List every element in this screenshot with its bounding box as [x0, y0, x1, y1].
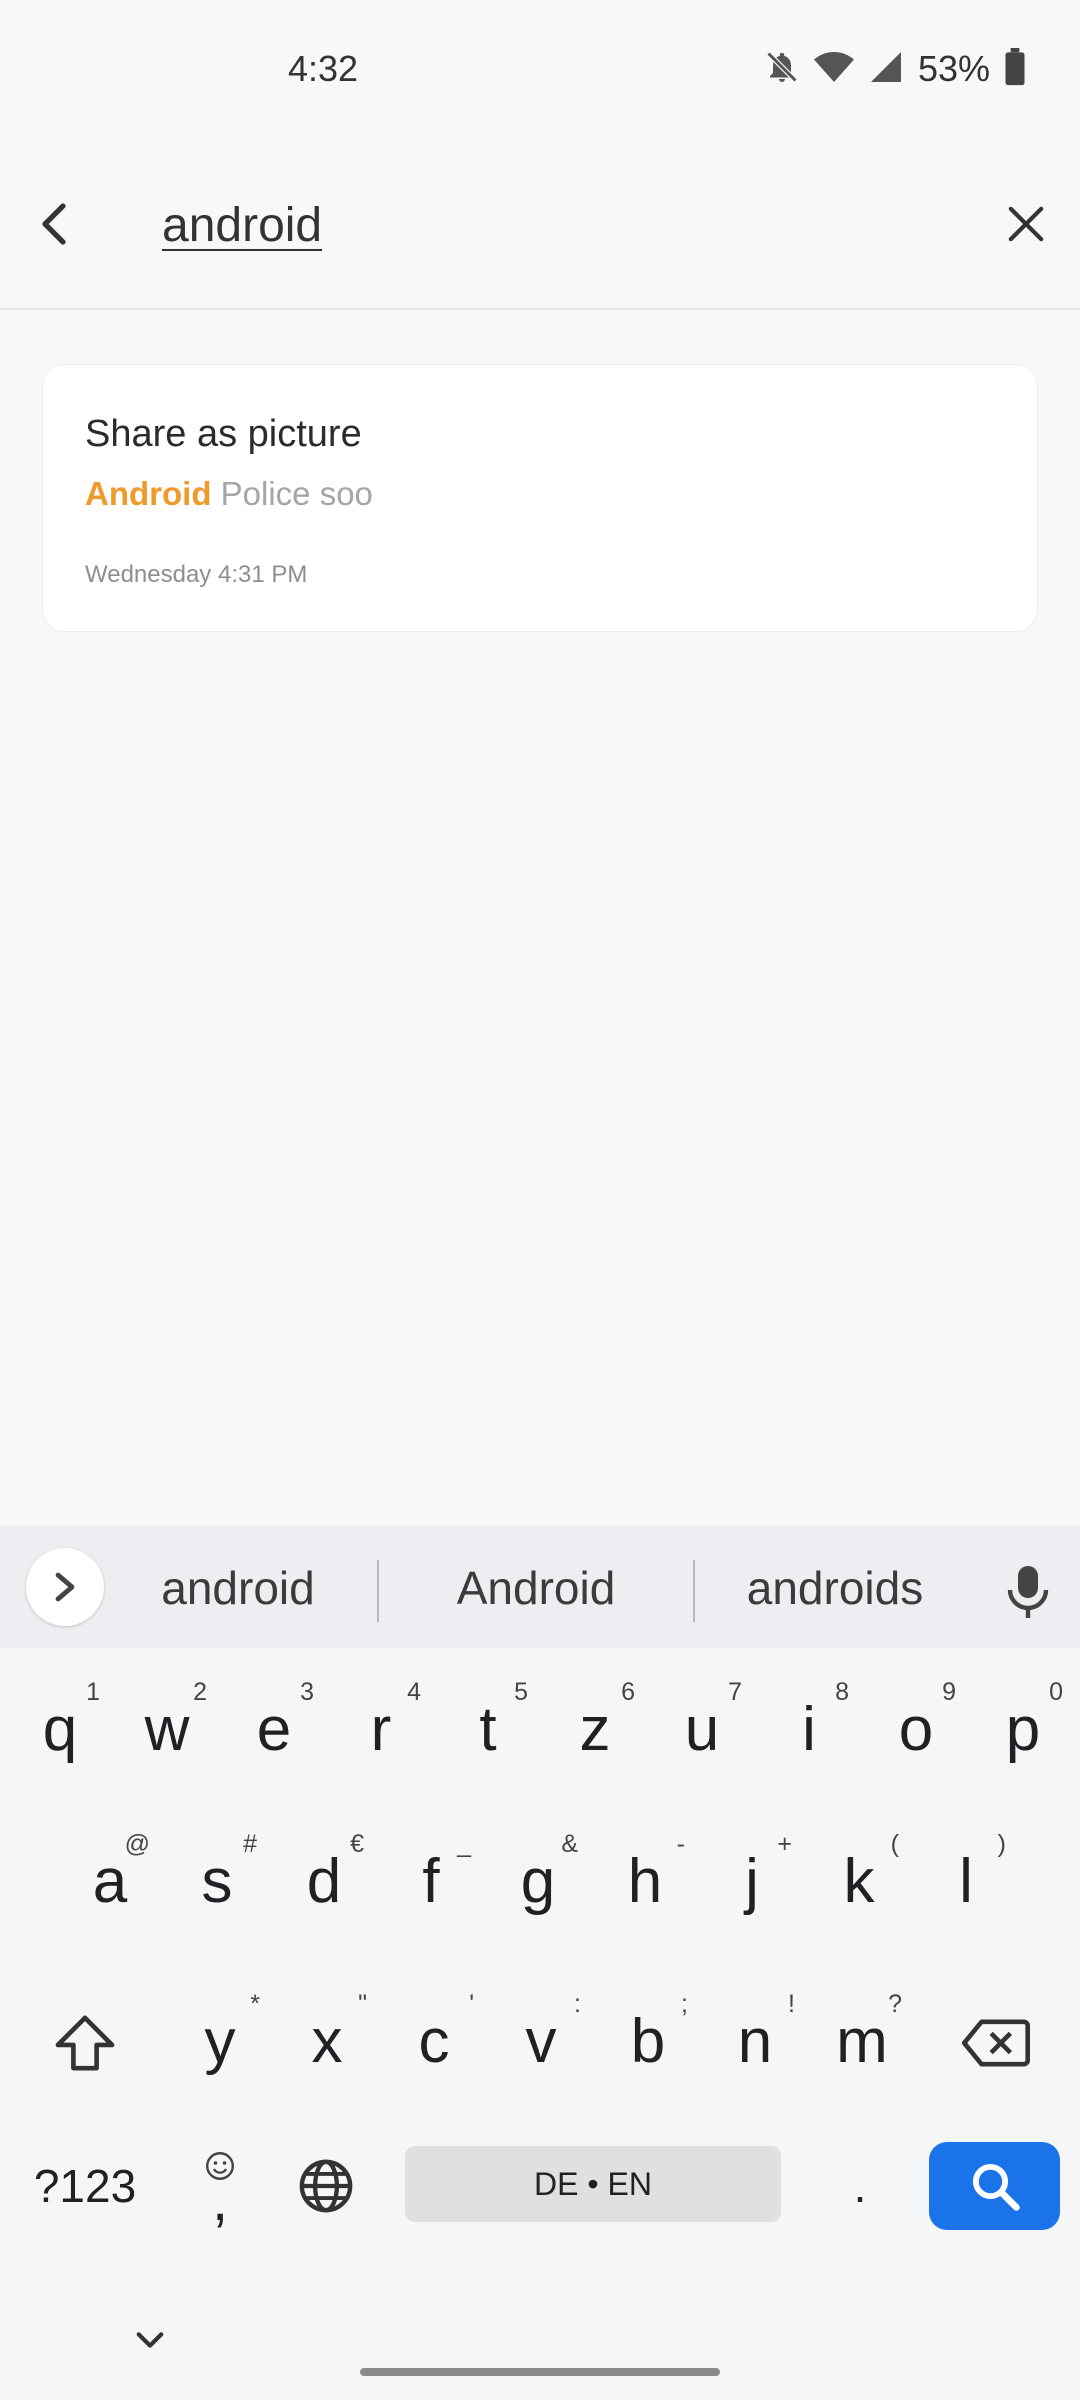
key-h[interactable]: -h — [593, 1818, 697, 1948]
shift-icon — [55, 2015, 115, 2071]
key-v[interactable]: :v — [489, 1978, 593, 2108]
key-label: c — [418, 2007, 450, 2076]
key-label: w — [144, 1695, 190, 1764]
key-label: i — [802, 1695, 816, 1764]
key-e[interactable]: 3e — [222, 1666, 326, 1796]
bell-off-icon — [764, 49, 800, 90]
suggestion-3[interactable]: androids — [720, 1548, 950, 1628]
key-label: v — [525, 2007, 557, 2076]
key-label: q — [42, 1695, 78, 1764]
comma-label: , — [211, 2168, 229, 2233]
key-f[interactable]: _ f — [379, 1818, 483, 1948]
key-label: m — [836, 2007, 888, 2076]
note-date: Wednesday 4:31 PM — [85, 561, 308, 588]
status-icons: 53% — [764, 44, 1026, 94]
key-k[interactable]: (k — [807, 1818, 911, 1948]
key-d[interactable]: € d — [272, 1818, 376, 1948]
key-b[interactable]: ; b — [596, 1978, 700, 2108]
key-label: a — [92, 1847, 128, 1916]
note-snippet: Android Police soo — [85, 475, 373, 513]
toolbar-expand-button[interactable] — [26, 1548, 104, 1626]
key-o[interactable]: 9o — [864, 1666, 968, 1796]
suggestion-divider — [693, 1560, 695, 1622]
hide-keyboard-button[interactable] — [120, 2310, 180, 2370]
status-time: 4:32 — [288, 48, 359, 89]
key-label: x — [311, 2007, 343, 2076]
suggestion-1[interactable]: android — [130, 1548, 346, 1628]
snippet-text: Police soo — [211, 475, 373, 512]
search-input[interactable] — [162, 192, 962, 258]
snippet-highlight: Android — [85, 475, 212, 512]
key-label: y — [204, 2007, 236, 2076]
language-key[interactable] — [290, 2142, 362, 2230]
globe-icon — [299, 2159, 353, 2213]
period-key[interactable]: . — [820, 2138, 900, 2234]
key-label: o — [898, 1695, 934, 1764]
key-g[interactable]: & g — [486, 1818, 590, 1948]
key-z[interactable]: 6z — [543, 1666, 647, 1796]
chevron-down-icon — [136, 2332, 164, 2348]
key-p[interactable]: 0p — [971, 1666, 1075, 1796]
keyboard: android Android androids 1q2w3e4r5t6z7u8… — [0, 1526, 1080, 2400]
shift-key[interactable] — [40, 1978, 130, 2108]
key-c[interactable]: ' c — [382, 1978, 486, 2108]
key-i[interactable]: 8i — [757, 1666, 861, 1796]
key-m[interactable]: ? m — [810, 1978, 914, 2108]
key-label: n — [737, 2007, 773, 2076]
key-x[interactable]: " x — [275, 1978, 379, 2108]
battery-percent: 53% — [917, 48, 990, 89]
search-result-card[interactable]: Share as picture Android Police soo Wedn… — [42, 364, 1038, 632]
key-label: k — [843, 1847, 875, 1916]
battery-icon — [1004, 47, 1026, 91]
key-label: e — [256, 1695, 292, 1764]
signal-icon — [868, 49, 904, 90]
key-label: u — [684, 1695, 720, 1764]
note-title: Share as picture — [85, 413, 362, 455]
back-button[interactable] — [28, 194, 80, 254]
key-n[interactable]: ! n — [703, 1978, 807, 2108]
search-icon — [972, 2163, 1020, 2211]
space-key[interactable]: DE • EN — [405, 2146, 781, 2222]
suggestion-bar: android Android androids — [0, 1526, 1080, 1648]
key-q[interactable]: 1q — [8, 1666, 112, 1796]
key-label: t — [479, 1695, 497, 1764]
microphone-icon — [1007, 1566, 1049, 1618]
key-a[interactable]: @ a — [58, 1818, 162, 1948]
key-label: j — [745, 1847, 759, 1916]
symbols-key[interactable]: ?123 — [20, 2138, 150, 2234]
key-y[interactable]: * y — [168, 1978, 272, 2108]
comma-key[interactable]: , — [180, 2130, 260, 2242]
key-w[interactable]: 2w — [115, 1666, 219, 1796]
key-u[interactable]: 7u — [650, 1666, 754, 1796]
backspace-icon — [961, 2019, 1030, 2067]
key-label: d — [306, 1847, 342, 1916]
key-t[interactable]: 5t — [436, 1666, 540, 1796]
key-label: s — [201, 1847, 233, 1916]
key-l[interactable]: ) l — [914, 1818, 1018, 1948]
key-s[interactable]: # s — [165, 1818, 269, 1948]
key-label: g — [520, 1847, 556, 1916]
key-label: r — [370, 1695, 392, 1764]
key-label: h — [627, 1847, 663, 1916]
key-label: p — [1005, 1695, 1041, 1764]
backspace-key[interactable] — [950, 1978, 1040, 2108]
search-key[interactable] — [929, 2142, 1060, 2230]
close-icon — [1008, 206, 1044, 242]
suggestion-divider — [377, 1560, 379, 1622]
key-j[interactable]: + j — [700, 1818, 804, 1948]
key-label: f — [422, 1847, 440, 1916]
key-label: b — [630, 2007, 666, 2076]
header-divider — [0, 308, 1080, 310]
chevron-left-icon — [42, 203, 66, 245]
home-indicator[interactable] — [360, 2368, 720, 2376]
voice-input-button[interactable] — [992, 1556, 1064, 1628]
chevron-right-icon — [55, 1572, 75, 1602]
key-label: l — [959, 1847, 973, 1916]
suggestion-2[interactable]: Android — [420, 1548, 652, 1628]
wifi-icon — [813, 49, 854, 90]
key-label: z — [579, 1695, 611, 1764]
clear-search-button[interactable] — [996, 194, 1056, 254]
key-r[interactable]: 4r — [329, 1666, 433, 1796]
